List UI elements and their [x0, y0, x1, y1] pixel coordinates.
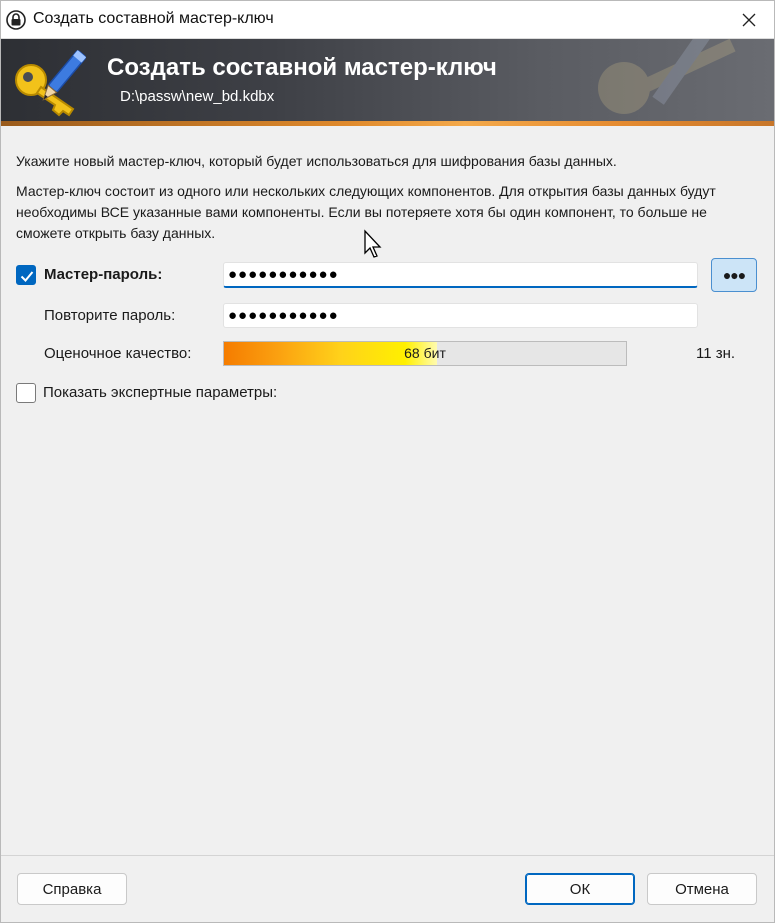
password-length-text: 11 зн. — [696, 345, 736, 362]
master-password-field[interactable]: ●●●●●●●●●●● — [223, 262, 698, 288]
quality-progress-bar: 68 бит — [223, 341, 627, 366]
master-password-label: Мастер-пароль: — [44, 266, 163, 283]
dots-label: ●●● — [722, 267, 746, 283]
banner-heading: Создать составной мастер-ключ — [107, 54, 497, 81]
checkmark-icon — [20, 271, 34, 282]
window-title: Создать составной мастер-ключ — [33, 10, 274, 27]
close-button[interactable] — [724, 1, 774, 38]
mouse-cursor-icon — [364, 229, 382, 258]
footer-separator — [1, 855, 774, 856]
banner-watermark-icon — [598, 39, 736, 114]
title-bar: Создать составной мастер-ключ — [1, 1, 774, 39]
cancel-button[interactable]: Отмена — [647, 873, 757, 905]
banner-accent-stripe — [1, 121, 774, 126]
ok-button[interactable]: ОК — [525, 873, 635, 905]
components-text: Мастер-ключ состоит из одного или нескол… — [16, 183, 716, 241]
dialog-window: Создать составной мастер-ключ Создать со… — [0, 0, 775, 923]
header-banner: Создать составной мастер-ключ D:\passw\n… — [1, 39, 774, 126]
expert-options-checkbox[interactable] — [16, 383, 36, 403]
repeat-password-label: Повторите пароль: — [44, 307, 176, 324]
repeat-password-field[interactable]: ●●●●●●●●●●● — [223, 303, 698, 328]
keepass-lock-icon — [6, 10, 26, 30]
master-password-checkbox[interactable] — [16, 265, 36, 285]
help-button[interactable]: Справка — [17, 873, 127, 905]
close-icon — [742, 13, 756, 26]
database-path: D:\passw\new_bd.kdbx — [120, 88, 275, 105]
quality-label: Оценочное качество: — [44, 345, 192, 362]
key-pen-icon — [15, 50, 87, 117]
quality-bits-text: 68 бит — [404, 345, 446, 361]
intro-text: Укажите новый мастер-ключ, который будет… — [16, 153, 617, 169]
toggle-password-visibility-button[interactable]: ●●● — [711, 258, 757, 292]
expert-options-label: Показать экспертные параметры: — [43, 384, 278, 401]
